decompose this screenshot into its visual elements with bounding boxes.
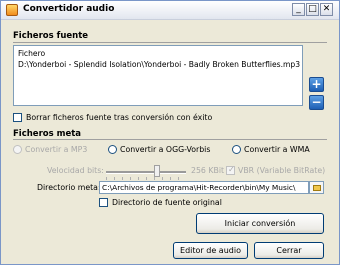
bitrate-label: Velocidad bits:: [47, 166, 104, 175]
app-icon: [6, 4, 18, 16]
radio-wma-label: Convertir a WMA: [244, 145, 310, 154]
delete-source-label: Borrar ficheros fuente tras conversión c…: [26, 113, 213, 122]
converter-window: Convertidor audio _ □ ✕ Ficheros fuente …: [0, 0, 340, 265]
radio-ogg-label: Convertir a OGG-Vorbis: [120, 145, 211, 154]
radio-ogg[interactable]: [108, 145, 117, 154]
source-divider: [13, 42, 327, 43]
bitrate-slider-ticks: [106, 177, 186, 180]
meta-section-title: Ficheros meta: [13, 129, 82, 139]
bitrate-value: 256 KBit: [191, 166, 225, 175]
maximize-button[interactable]: □: [306, 3, 319, 16]
vbr-checkbox[interactable]: ✓: [226, 165, 235, 175]
start-conversion-button[interactable]: Iniciar conversión: [196, 213, 324, 234]
meta-divider: [13, 139, 327, 140]
audio-editor-button[interactable]: Editor de audio: [173, 242, 248, 259]
minimize-button[interactable]: _: [292, 3, 305, 16]
folder-icon: [313, 185, 321, 191]
meta-dir-input[interactable]: C:\Archivos de programa\Hit-Recorder\bin…: [99, 181, 309, 194]
radio-mp3[interactable]: [13, 145, 22, 154]
source-file-list[interactable]: Fichero D:\Yonderboi - Splendid Isolatio…: [13, 45, 303, 106]
radio-wma[interactable]: [232, 145, 241, 154]
source-dir-label: Directorio de fuente original: [112, 198, 222, 207]
remove-file-button[interactable]: −: [309, 95, 324, 110]
vbr-label: VBR (Variable BitRate): [238, 166, 326, 175]
list-item[interactable]: D:\Yonderboi - Splendid Isolation\Yonder…: [18, 60, 300, 69]
radio-mp3-label: Convertir a MP3: [25, 145, 88, 154]
delete-source-checkbox[interactable]: [13, 113, 22, 122]
source-dir-checkbox[interactable]: [99, 198, 108, 207]
title-bar: Convertidor audio _ □ ✕: [1, 1, 339, 20]
dir-label: Directorio meta:: [37, 183, 101, 192]
browse-folder-button[interactable]: [309, 181, 324, 194]
close-window-button[interactable]: ✕: [320, 3, 333, 16]
list-header: Fichero: [18, 49, 46, 58]
window-title: Convertidor audio: [23, 4, 115, 14]
bitrate-slider-track[interactable]: [106, 171, 186, 174]
source-section-title: Ficheros fuente: [13, 31, 89, 41]
close-button[interactable]: Cerrar: [254, 242, 324, 259]
add-file-button[interactable]: +: [309, 77, 324, 92]
bitrate-slider-thumb[interactable]: [154, 165, 160, 177]
